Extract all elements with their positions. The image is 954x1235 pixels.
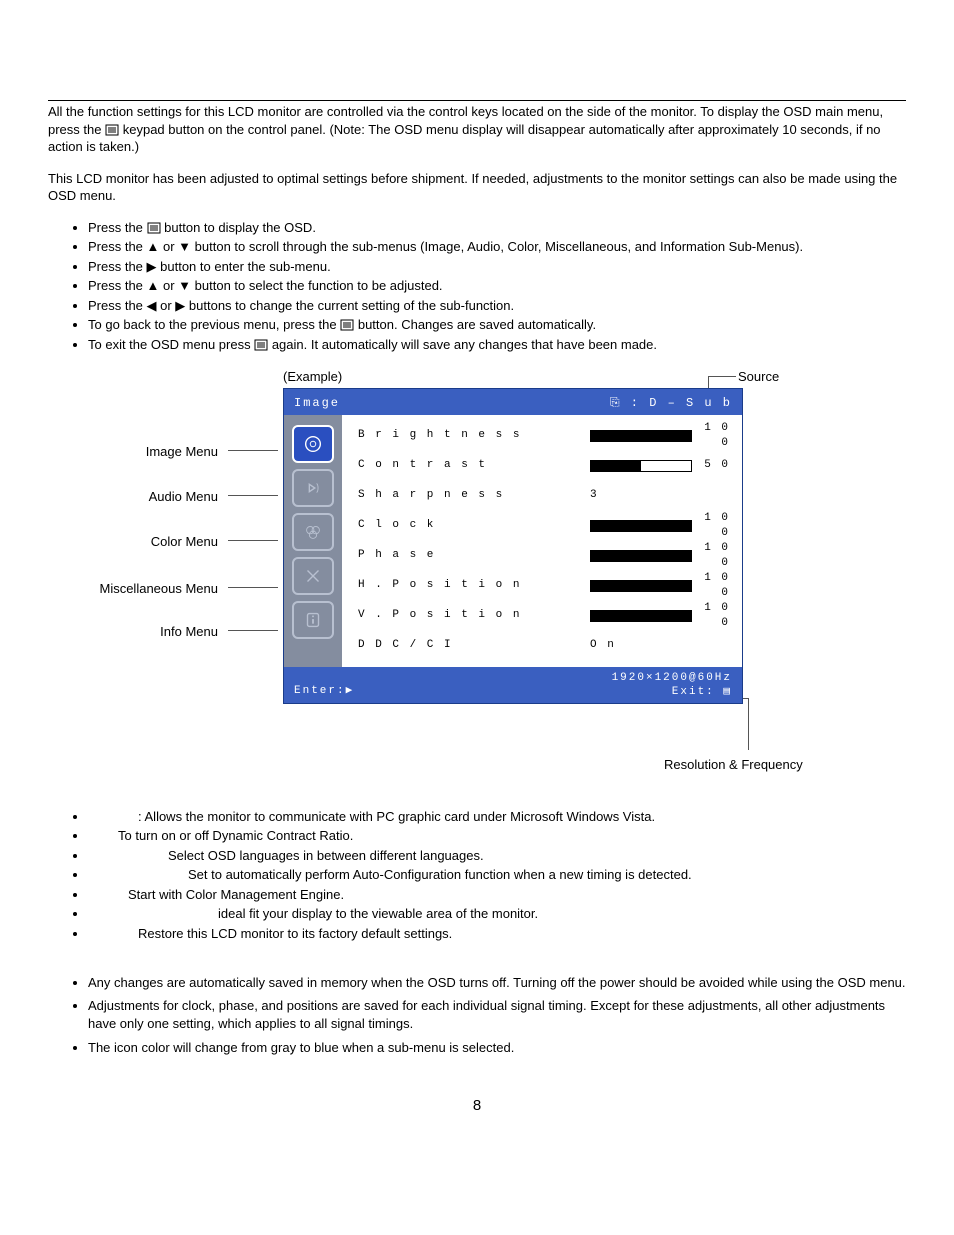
step-2: Press the ▲ or ▼ button to scroll throug…: [88, 238, 906, 256]
step-5: Press the ◀ or ▶ buttons to change the c…: [88, 297, 906, 315]
osd-row-value: 1 0 0: [700, 571, 730, 601]
step-3: Press the ▶ button to enter the sub-menu…: [88, 258, 906, 276]
intro-paragraph-1: All the function settings for this LCD m…: [48, 103, 906, 156]
osd-footer: Enter:▶ 1920×1200@60Hz Exit: ▤: [284, 667, 742, 703]
definition-text: : Allows the monitor to communicate with…: [138, 809, 655, 824]
osd-row-value: 1 0 0: [700, 421, 730, 451]
menu-icon: [340, 319, 354, 331]
res-freq-label: Resolution & Frequency: [664, 756, 803, 774]
osd-row-name: P h a s e: [358, 548, 590, 563]
definition-text: Start with Color Management Engine.: [128, 887, 344, 902]
definition-item: Set to automatically perform Auto-Config…: [88, 866, 906, 884]
definition-item: : Allows the monitor to communicate with…: [88, 808, 906, 826]
step-7: To exit the OSD menu press again. It aut…: [88, 336, 906, 354]
notes-list: Any changes are automatically saved in m…: [48, 974, 906, 1056]
definition-text: Restore this LCD monitor to its factory …: [138, 926, 452, 941]
osd-row-bar: [590, 580, 692, 592]
osd-row[interactable]: B r i g h t n e s s 1 0 0: [358, 421, 730, 451]
source-label: Source: [738, 368, 779, 386]
steps-list: Press the button to display the OSD. Pre…: [48, 219, 906, 354]
definition-text: Set to automatically perform Auto-Config…: [188, 867, 692, 882]
osd-row-bar: [590, 550, 692, 562]
intro-1b: keypad button on the control panel. (Not…: [48, 122, 881, 155]
definition-item: Start with Color Management Engine.: [88, 886, 906, 904]
osd-row[interactable]: S h a r p n e s s3: [358, 481, 730, 511]
step-6: To go back to the previous menu, press t…: [88, 316, 906, 334]
osd-row-name: B r i g h t n e s s: [358, 428, 590, 443]
sidebar-info-icon[interactable]: [292, 601, 334, 639]
definition-item: Select OSD languages in between differen…: [88, 847, 906, 865]
osd-row-bar: [590, 430, 692, 442]
osd-row-name: D D C / C I: [358, 638, 590, 653]
definition-text: ideal fit your display to the viewable a…: [218, 906, 538, 921]
osd-row[interactable]: V . P o s i t i o n 1 0 0: [358, 601, 730, 631]
color-menu-label: Color Menu: [78, 533, 218, 551]
top-rule: [48, 100, 906, 101]
osd-diagram: (Example) Source Image Menu Audio Menu C…: [48, 368, 906, 778]
osd-list: B r i g h t n e s s 1 0 0 C o n t r a s t 5…: [342, 415, 742, 667]
osd-row-name: C l o c k: [358, 518, 590, 533]
sidebar-color-icon[interactable]: [292, 513, 334, 551]
sidebar-audio-icon[interactable]: [292, 469, 334, 507]
misc-menu-label: Miscellaneous Menu: [78, 580, 218, 598]
osd-row-value: 1 0 0: [700, 541, 730, 571]
osd-row[interactable]: C o n t r a s t 5 0: [358, 451, 730, 481]
sidebar-image-icon[interactable]: [292, 425, 334, 463]
step-1: Press the button to display the OSD.: [88, 219, 906, 237]
osd-row-bar: [590, 460, 692, 472]
definition-text: To turn on or off Dynamic Contract Ratio…: [118, 828, 353, 843]
osd-window: Image ⎘ : D – S u b B r i g h t n e s s 1…: [283, 388, 743, 704]
osd-title: Image: [294, 396, 340, 410]
osd-sidebar: [284, 415, 342, 667]
note-item: The icon color will change from gray to …: [88, 1039, 906, 1057]
osd-row-name: S h a r p n e s s: [358, 488, 590, 503]
osd-row[interactable]: D D C / C IO n: [358, 631, 730, 661]
osd-row-bar: [590, 520, 692, 532]
osd-row-value: O n: [590, 638, 730, 653]
osd-enter-hint: Enter:▶: [294, 684, 354, 699]
info-menu-label: Info Menu: [78, 623, 218, 641]
osd-row-value: 5 0: [700, 458, 730, 473]
definition-item: Restore this LCD monitor to its factory …: [88, 925, 906, 943]
note-item: Adjustments for clock, phase, and positi…: [88, 997, 906, 1032]
osd-row[interactable]: H . P o s i t i o n 1 0 0: [358, 571, 730, 601]
osd-header: Image ⎘ : D – S u b: [284, 389, 742, 415]
osd-row-name: V . P o s i t i o n: [358, 608, 590, 623]
osd-row-name: H . P o s i t i o n: [358, 578, 590, 593]
definitions-list: : Allows the monitor to communicate with…: [48, 808, 906, 943]
note-item: Any changes are automatically saved in m…: [88, 974, 906, 992]
page-number: 8: [48, 1096, 906, 1116]
osd-row-bar: [590, 610, 692, 622]
osd-row-name: C o n t r a s t: [358, 458, 590, 473]
osd-exit-hint: Exit: ▤: [294, 685, 732, 700]
menu-icon: [254, 339, 268, 351]
definition-item: To turn on or off Dynamic Contract Ratio…: [88, 827, 906, 845]
osd-row[interactable]: C l o c k 1 0 0: [358, 511, 730, 541]
step-4: Press the ▲ or ▼ button to select the fu…: [88, 277, 906, 295]
sidebar-misc-icon[interactable]: [292, 557, 334, 595]
audio-menu-label: Audio Menu: [78, 488, 218, 506]
osd-row-value: 1 0 0: [700, 511, 730, 541]
osd-row-value: 3: [590, 488, 730, 503]
example-label: (Example): [283, 368, 363, 386]
osd-row[interactable]: P h a s e 1 0 0: [358, 541, 730, 571]
osd-source: ⎘ : D – S u b: [610, 395, 732, 411]
image-menu-label: Image Menu: [78, 443, 218, 461]
menu-icon: [105, 124, 119, 136]
menu-icon: [147, 222, 161, 234]
definition-item: ideal fit your display to the viewable a…: [88, 905, 906, 923]
intro-paragraph-2: This LCD monitor has been adjusted to op…: [48, 170, 906, 205]
osd-resolution: 1920×1200@60Hz: [294, 671, 732, 686]
osd-row-value: 1 0 0: [700, 601, 730, 631]
definition-text: Select OSD languages in between differen…: [168, 848, 484, 863]
